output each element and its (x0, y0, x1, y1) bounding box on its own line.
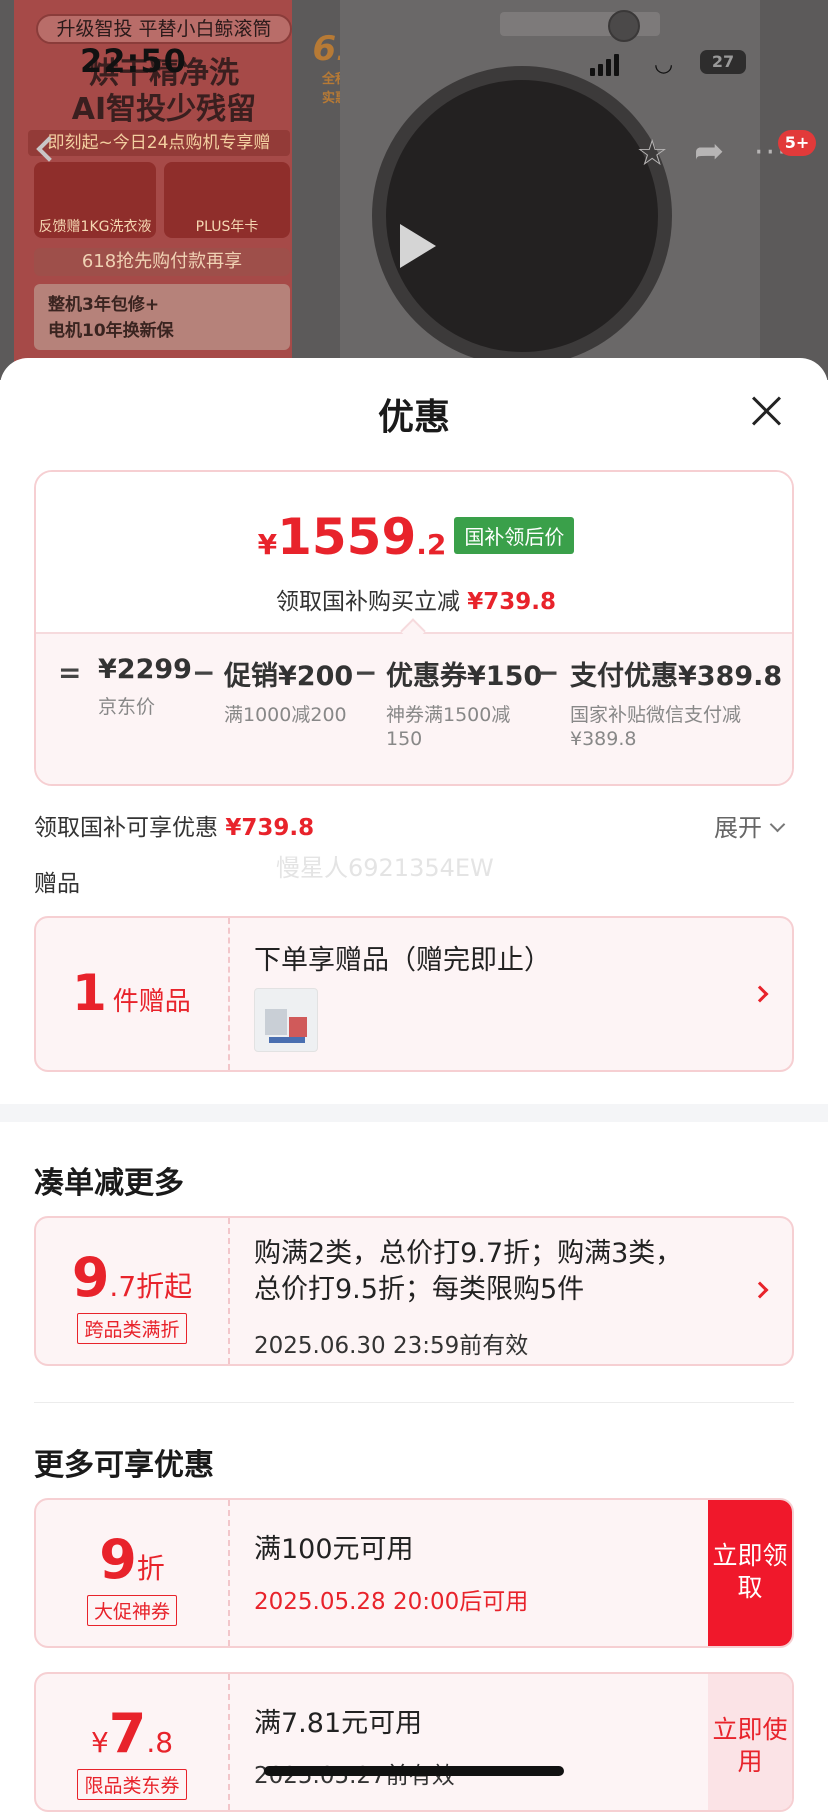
coupon-card: 9折 大促神券 满100元可用 2025.05.28 20:00后可用 立即领取 (34, 1498, 794, 1648)
price-breakdown: = ¥2299 京东价 − 促销¥200 满1000减200 − 优惠券¥150… (36, 632, 792, 784)
coupon-value-box: ¥7.8 限品类东券 (36, 1674, 230, 1810)
coupon-value: 7 (108, 1702, 147, 1765)
chevron-right-icon (751, 985, 769, 1003)
coupon-card: ¥7.8 限品类东券 满7.81元可用 2025.05.27前有效 立即使用 (34, 1672, 794, 1812)
play-icon[interactable] (400, 224, 436, 268)
expand-button[interactable]: 展开 (714, 808, 786, 843)
bundle-value: 9 (71, 1246, 110, 1309)
banner-title: 升级智投 平替小白鲸滚筒 (36, 14, 292, 44)
calc-coupon: 优惠券¥150 神券满1500减150 (386, 661, 543, 750)
banner-gift-1: 反馈赠1KG洗衣液 (34, 162, 156, 238)
coupon-condition: 满100元可用 (254, 1534, 414, 1565)
star-icon[interactable]: ☆ (636, 136, 668, 172)
calc-payment: 支付优惠¥389.8 国家补贴微信支付减¥389.8 (570, 661, 783, 750)
wifi-icon: ◡ (654, 52, 674, 77)
bundle-section-title: 凑单减更多 (34, 1166, 184, 1201)
gift-unit: 件赠品 (112, 987, 191, 1017)
minus-sign: − (192, 656, 216, 689)
subsidy-summary: 领取国补可享优惠 ¥739.8 (34, 815, 315, 841)
gift-description: 下单享赠品（赠完即止） (254, 945, 551, 976)
subsidy-price-tag: 国补领后价 (454, 517, 575, 554)
minus-sign: − (536, 656, 560, 689)
coupon-tag: 限品类东券 (77, 1769, 187, 1800)
message-count-badge: 5+ (778, 130, 816, 156)
separator (34, 1402, 794, 1403)
chevron-right-icon (751, 1281, 769, 1299)
use-now-button[interactable]: 立即使用 (708, 1674, 792, 1810)
final-price: ¥1559.2 国补领后价 (36, 508, 792, 566)
gift-thumbnail (254, 988, 318, 1052)
gift-section-label: 赠品 (34, 871, 80, 897)
bundle-validity: 2025.06.30 23:59前有效 (254, 1333, 529, 1359)
watermark: 慢星人6921354EW (276, 854, 494, 882)
share-icon[interactable]: ➦ (694, 134, 724, 170)
gift-count-box: 1 件赠品 (36, 918, 230, 1070)
claim-now-button[interactable]: 立即领取 (708, 1500, 792, 1646)
bundle-value-box: 9.7折起 跨品类满折 (36, 1218, 230, 1364)
gift-card[interactable]: 1 件赠品 下单享赠品（赠完即止） (34, 916, 794, 1072)
banner-line-4: 整机3年包修+ 电机10年换新保 (34, 284, 290, 350)
status-icons: ◡ 27 (590, 48, 770, 78)
more-section-title: 更多可享优惠 (34, 1448, 214, 1483)
signal-icon (590, 54, 620, 76)
coupon-tag: 大促神券 (86, 1595, 177, 1626)
calc-promo: 促销¥200 满1000减200 (224, 661, 354, 726)
home-indicator[interactable] (264, 1766, 564, 1776)
chevron-down-icon (769, 816, 786, 833)
bundle-coupon[interactable]: 9.7折起 跨品类满折 购满2类，总价打9.7折；购满3类， 总价打9.5折；每… (34, 1216, 794, 1366)
minus-sign: − (354, 656, 378, 689)
subsidy-line: 领取国补购买立减 ¥739.8 (275, 589, 557, 615)
price-card: ¥1559.2 国补领后价 领取国补购买立减 ¥739.8 = ¥2299 京东价… (34, 470, 794, 786)
gift-count: 1 (72, 964, 107, 1022)
washer-door (372, 66, 672, 366)
battery-icon: 27 (700, 50, 746, 74)
close-icon[interactable] (750, 394, 784, 428)
bundle-tag: 跨品类满折 (77, 1313, 187, 1344)
banner-gift-2: PLUS年卡 (164, 162, 290, 238)
coupon-value-box: 9折 大促神券 (36, 1500, 230, 1646)
sheet-title: 优惠 (377, 397, 450, 438)
equals-sign: = (58, 656, 82, 689)
banner-line-3: 618抢先购付款再享 (34, 248, 290, 276)
price-top: ¥1559.2 国补领后价 领取国补购买立减 ¥739.8 (36, 472, 792, 632)
section-divider (0, 1104, 828, 1122)
discount-sheet: 优惠 ¥1559.2 国补领后价 领取国补购买立减 ¥739.8 = ¥2299 … (0, 358, 828, 1812)
product-background: 升级智投 平替小白鲸滚筒 烘干精净洗 AI智投少残留 即刻起~今日24点购机专享… (0, 0, 828, 380)
coupon-validity: 2025.05.28 20:00后可用 (254, 1589, 529, 1615)
bundle-description: 购满2类，总价打9.7折；购满3类， 总价打9.5折；每类限购5件 (254, 1238, 683, 1305)
coupon-condition: 满7.81元可用 (254, 1708, 423, 1739)
status-time: 22:50 (80, 42, 187, 80)
banner-promo: 即刻起~今日24点购机专享赠 (28, 130, 290, 156)
washer-knob (608, 10, 640, 42)
coupon-value: 9 (99, 1528, 137, 1591)
